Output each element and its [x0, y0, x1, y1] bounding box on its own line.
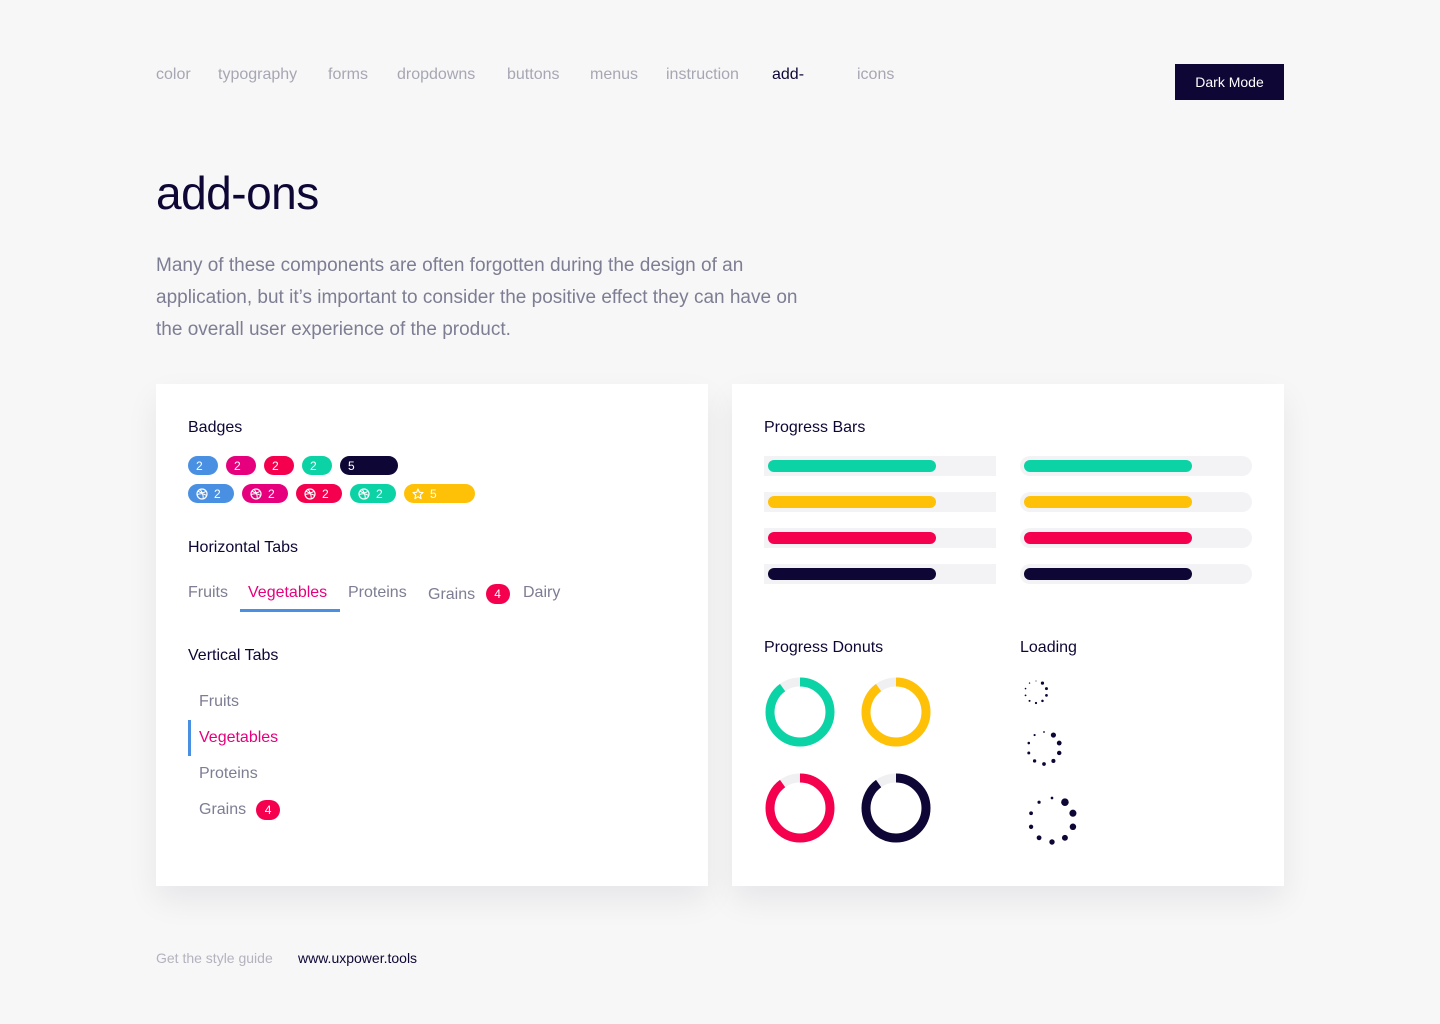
dark-mode-button[interactable]: Dark Mode — [1175, 64, 1284, 100]
horizontal-tabs-title: Horizontal Tabs — [188, 539, 298, 556]
nav-add-ons[interactable]: add- — [772, 66, 804, 84]
badge: 2 — [188, 456, 218, 475]
page-title: add-ons — [156, 167, 319, 219]
progress-donut — [765, 677, 835, 747]
progress-bar-fill — [1024, 532, 1192, 544]
vtab-fruits[interactable]: Fruits — [188, 684, 388, 720]
loading-spinner-icon — [1027, 731, 1062, 766]
badge-with-icon: 5 — [404, 484, 475, 503]
active-tab-indicator — [240, 609, 340, 612]
progress-bar — [1020, 492, 1252, 512]
footer-link[interactable]: www.uxpower.tools — [298, 950, 417, 966]
nav-icons[interactable]: icons — [857, 66, 894, 84]
htab-vegetables[interactable]: Vegetables — [248, 584, 327, 612]
nav-forms[interactable]: forms — [328, 66, 368, 84]
nav-dropdowns[interactable]: dropdowns — [397, 66, 475, 84]
star-icon — [412, 487, 424, 499]
vertical-tabs-title: Vertical Tabs — [188, 647, 279, 664]
progress-bar — [1020, 528, 1252, 548]
progress-bar-fill — [768, 532, 936, 544]
progress-donut — [861, 677, 931, 747]
dribbble-icon — [250, 487, 262, 500]
page-intro: Many of these components are often forgo… — [156, 255, 798, 340]
vtab-label: Vegetables — [199, 729, 279, 746]
footer-label: Get the style guide — [156, 950, 273, 966]
progress-bar — [1020, 564, 1252, 584]
progress-bar — [1020, 456, 1252, 476]
nav-color[interactable]: color — [156, 66, 191, 84]
vtab-label: Grains — [199, 801, 247, 818]
components-card-left: Badges 2 2 2 2 5 2 2 2 2 5 Horizontal Ta… — [156, 384, 708, 886]
vtab-label: Proteins — [199, 765, 258, 782]
badge: 2 — [226, 456, 256, 475]
progress-bars-title: Progress Bars — [764, 419, 866, 436]
loading-spinner-icon — [1028, 796, 1077, 845]
progress-bar-fill — [1024, 568, 1192, 580]
vtab-proteins[interactable]: Proteins — [188, 756, 388, 792]
nav-buttons[interactable]: buttons — [507, 66, 559, 84]
progress-bar-fill — [1024, 460, 1192, 472]
donut-arc — [765, 773, 835, 843]
loading-spinner-icon — [1024, 680, 1048, 705]
nav-menus[interactable]: menus — [590, 66, 638, 84]
nav-instruction[interactable]: instruction — [666, 66, 739, 84]
vtab-grains[interactable]: Grains 4 — [188, 792, 388, 828]
progress-donut — [861, 773, 931, 843]
progress-donut — [765, 773, 835, 843]
badge: 2 — [264, 456, 294, 475]
progress-bar — [764, 492, 996, 512]
htab-proteins[interactable]: Proteins — [348, 584, 407, 612]
badge-with-icon: 2 — [242, 484, 288, 503]
donut-arc — [765, 677, 835, 747]
dribbble-icon — [304, 487, 316, 500]
progress-bar-fill — [1024, 496, 1192, 508]
progress-bar — [764, 528, 996, 548]
donut-arc — [861, 677, 931, 747]
loading-title: Loading — [1020, 639, 1077, 656]
dribbble-icon — [358, 487, 370, 500]
badge-with-icon: 2 — [350, 484, 396, 503]
badge: 5 — [340, 456, 398, 475]
progress-donuts-title: Progress Donuts — [764, 639, 884, 656]
count-badge: 4 — [256, 800, 281, 820]
progress-bar-fill — [768, 460, 936, 472]
badge-with-icon: 2 — [188, 484, 234, 503]
donut-arc — [861, 773, 931, 843]
top-nav: color typography forms dropdowns buttons… — [156, 66, 1156, 88]
progress-bar — [764, 456, 996, 476]
htab-grains-label: Grains — [428, 586, 476, 603]
htab-grains[interactable]: Grains 4 — [428, 584, 510, 612]
badges-title: Badges — [188, 419, 243, 436]
vtab-label: Fruits — [199, 693, 239, 710]
vtab-vegetables[interactable]: Vegetables — [188, 720, 388, 756]
htab-dairy[interactable]: Dairy — [523, 584, 560, 612]
horizontal-tabs: Fruits Vegetables Proteins Grains 4 Dair… — [188, 584, 688, 614]
progress-bar-fill — [768, 496, 936, 508]
badge-with-icon: 2 — [296, 484, 342, 503]
nav-typography[interactable]: typography — [218, 66, 297, 84]
progress-bar-fill — [768, 568, 936, 580]
badge: 2 — [302, 456, 332, 475]
dribbble-icon — [196, 487, 208, 500]
progress-bar — [764, 564, 996, 584]
count-badge: 4 — [485, 584, 510, 604]
htab-fruits[interactable]: Fruits — [188, 584, 228, 612]
components-card-right: Progress Bars Progress Donuts Loading — [732, 384, 1284, 886]
